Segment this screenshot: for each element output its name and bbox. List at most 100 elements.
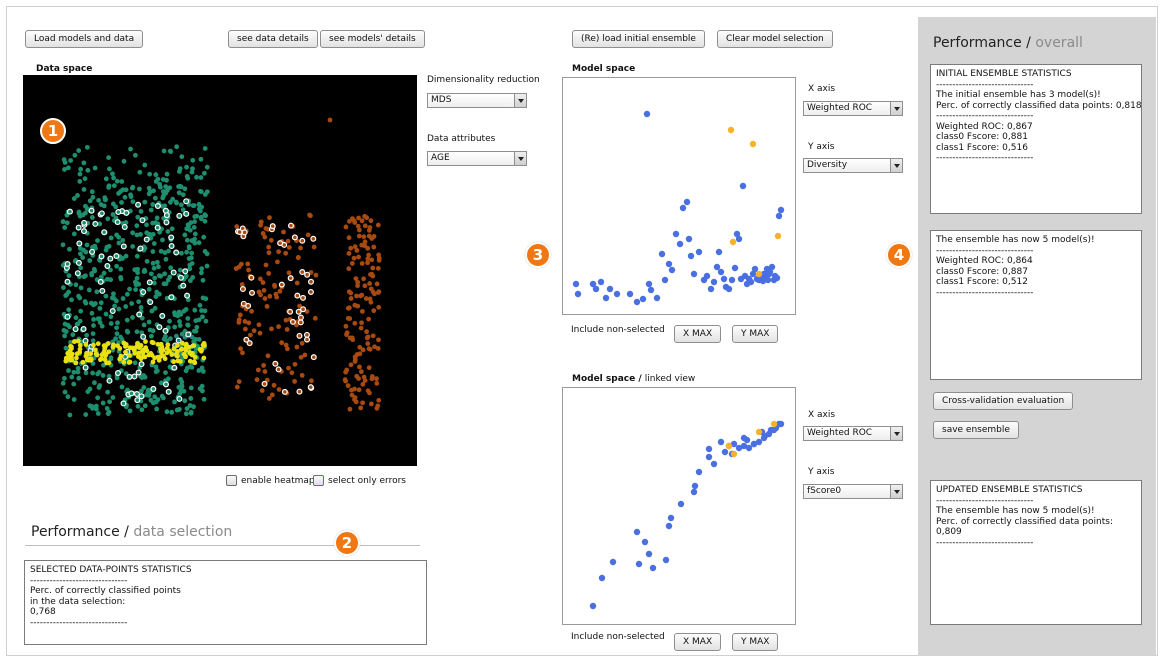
data-point — [263, 262, 269, 268]
data-point — [236, 317, 242, 323]
data-point — [242, 326, 248, 332]
cross-validation-button[interactable]: Cross-validation evaluation — [933, 392, 1074, 410]
y-max-button[interactable]: Y MAX — [732, 325, 779, 343]
load-models-data-button[interactable]: Load models and data — [25, 30, 144, 48]
data-point — [261, 363, 267, 368]
data-point — [114, 232, 120, 238]
reload-initial-ensemble-button[interactable]: (Re) load initial ensemble — [572, 30, 705, 48]
see-data-details-button[interactable]: see data details — [228, 30, 318, 48]
model-point — [721, 448, 729, 456]
data-point — [299, 340, 305, 346]
data-point — [184, 237, 190, 243]
initial-ensemble-stats-text[interactable]: INITIAL ENSEMBLE STATISTICS ------------… — [930, 64, 1142, 214]
data-point-highlight — [138, 343, 144, 348]
clear-model-selection-button[interactable]: Clear model selection — [717, 30, 833, 48]
dimensionality-select[interactable]: MDS — [427, 93, 527, 108]
data-point-selected — [98, 210, 105, 217]
data-point — [168, 199, 173, 205]
model-y-axis-select[interactable]: Diversity — [803, 158, 903, 173]
model-point — [735, 235, 743, 243]
data-point — [90, 370, 96, 376]
data-point — [105, 216, 111, 222]
data-point-selected — [291, 234, 298, 241]
data-point — [276, 324, 281, 330]
model-point — [695, 468, 703, 476]
data-point — [352, 320, 358, 326]
data-point — [307, 212, 313, 218]
current-ensemble-stats-text[interactable]: The ensemble has now 5 model(s)! -------… — [930, 230, 1142, 380]
linked-x-axis-select[interactable]: Weighted ROC — [803, 426, 903, 441]
data-point-selected — [81, 219, 88, 226]
linked-x-max-button[interactable]: X MAX — [674, 633, 722, 651]
attributes-select[interactable]: AGE — [427, 151, 527, 166]
data-point — [128, 146, 133, 152]
save-ensemble-button[interactable]: save ensemble — [933, 421, 1019, 439]
data-point — [70, 332, 76, 338]
linked-y-max-button[interactable]: Y MAX — [732, 633, 779, 651]
model-y-axis-label: Y axis — [808, 142, 835, 152]
data-point-selected — [75, 224, 82, 231]
updated-ensemble-stats-text[interactable]: UPDATED ENSEMBLE STATISTICS ------------… — [930, 480, 1142, 625]
data-point-selected — [176, 212, 183, 219]
see-models-details-button[interactable]: see models' details — [320, 30, 425, 48]
data-point — [150, 260, 156, 266]
model-point — [713, 263, 721, 271]
data-point — [313, 272, 319, 278]
model-point — [720, 275, 728, 283]
data-point — [299, 372, 305, 378]
data-point-highlight — [84, 350, 89, 356]
model-point — [707, 285, 715, 293]
model-point — [710, 460, 718, 468]
data-point — [352, 244, 358, 250]
model-point — [665, 260, 673, 268]
data-point-selected — [92, 220, 99, 227]
data-point-highlight — [69, 351, 75, 357]
data-point-selected — [156, 324, 163, 331]
data-point — [179, 379, 185, 385]
data-point — [187, 278, 193, 284]
linked-y-axis-select[interactable]: fScore0 — [803, 484, 903, 499]
data-point — [108, 321, 114, 326]
linked-y-axis-value: fScore0 — [807, 486, 842, 496]
linked-view-title-main: Model space — [572, 374, 636, 384]
data-point-selected — [162, 381, 169, 388]
selection-stats-text[interactable]: SELECTED DATA-POINTS STATISTICS --------… — [24, 560, 427, 645]
model-point — [649, 564, 657, 572]
chevron-down-icon — [514, 94, 526, 107]
data-point — [234, 384, 240, 390]
data-point — [83, 249, 89, 255]
data-point — [366, 228, 372, 233]
data-point — [68, 158, 74, 163]
data-point-highlight — [150, 359, 156, 365]
data-point — [347, 406, 353, 412]
linked-view-plot[interactable] — [562, 387, 796, 625]
chevron-down-icon — [890, 485, 902, 498]
data-point — [76, 375, 82, 381]
data-point — [71, 381, 77, 387]
data-point — [76, 293, 81, 299]
data-point-selected — [154, 203, 161, 210]
data-point-selected — [99, 287, 106, 294]
model-x-axis-select[interactable]: Weighted ROC — [803, 101, 903, 116]
data-point-selected — [122, 353, 129, 360]
select-only-errors-checkbox[interactable]: select only errors — [313, 475, 406, 486]
data-point — [75, 369, 81, 375]
enable-heatmap-checkbox[interactable]: enable heatmap — [226, 475, 315, 486]
data-point-selected — [109, 308, 116, 315]
x-max-button[interactable]: X MAX — [674, 325, 722, 343]
performance-selection-header: Performance / data selection — [31, 524, 232, 540]
model-space-plot[interactable] — [562, 77, 796, 315]
data-point — [248, 332, 253, 338]
model-point — [592, 285, 600, 293]
data-point-selected — [307, 288, 314, 295]
data-point — [203, 318, 209, 324]
data-point — [144, 258, 150, 264]
data-point — [97, 320, 103, 325]
data-point — [77, 171, 83, 177]
data-point — [129, 185, 135, 191]
data-point-selected — [296, 388, 303, 395]
data-point-selected — [82, 364, 89, 371]
data-space-canvas[interactable] — [23, 75, 417, 466]
data-point — [135, 281, 140, 286]
annotation-marker-1: 1 — [40, 118, 66, 144]
